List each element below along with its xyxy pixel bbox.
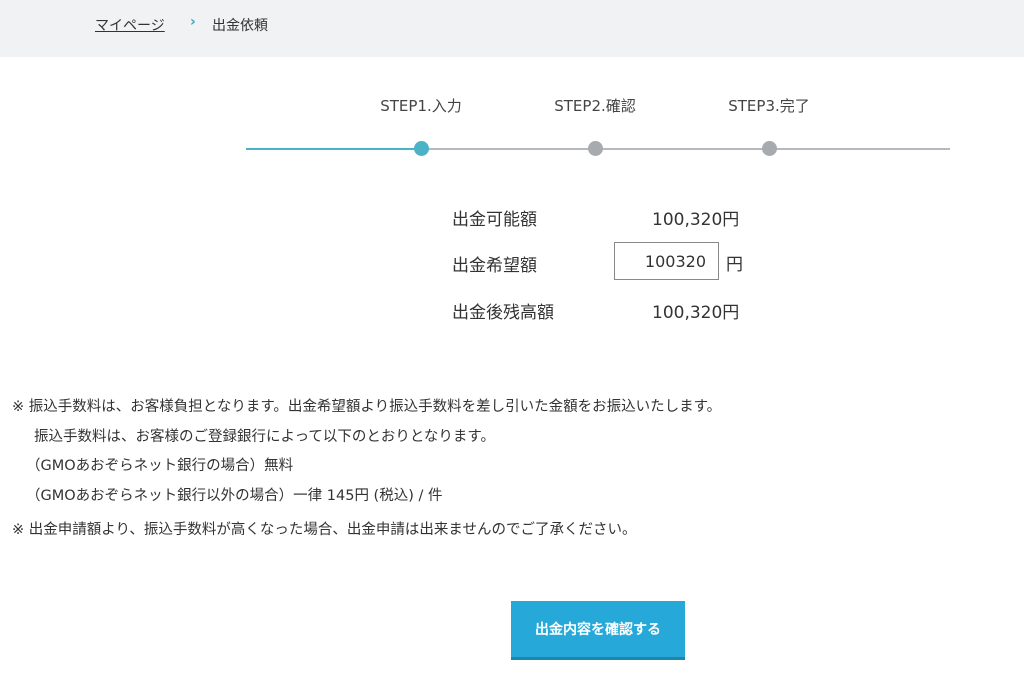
note-line-1: ※ 振込手数料は、お客様負担となります。出金希望額より振込手数料を差し引いた金額… [12,399,722,415]
remaining-balance-label: 出金後残高額 [452,303,554,323]
note-line-4: （GMOあおぞらネット銀行以外の場合）一律 145円 (税込) / 件 [26,488,443,504]
chevron-right-icon: › [190,14,196,30]
step-2-label: STEP2.確認 [554,97,636,115]
remaining-balance-value: 100,320円 [652,303,740,323]
request-amount-unit: 円 [726,255,743,275]
step-3-label: STEP3.完了 [728,97,810,115]
note-line-5: ※ 出金申請額より、振込手数料が高くなった場合、出金申請は出来ませんのでご了承く… [12,522,637,538]
confirm-withdrawal-button[interactable]: 出金内容を確認する [511,601,685,657]
breadcrumb-mypage-link[interactable]: マイページ [95,15,165,35]
request-amount-input[interactable] [614,242,719,280]
breadcrumb-current: 出金依頼 [212,18,268,34]
available-amount-label: 出金可能額 [452,210,537,230]
note-line-3: （GMOあおぞらネット銀行の場合）無料 [26,458,294,474]
step-track [420,148,950,150]
breadcrumb: マイページ › 出金依頼 [0,0,1024,57]
step-1-dot [414,141,429,156]
step-2-dot [588,141,603,156]
note-line-2: 振込手数料は、お客様のご登録銀行によって以下のとおりとなります。 [34,429,495,445]
step-1-label: STEP1.入力 [380,97,462,115]
request-amount-label: 出金希望額 [452,256,537,276]
step-track-progress [246,148,422,150]
available-amount-value: 100,320円 [652,210,740,230]
step-3-dot [762,141,777,156]
